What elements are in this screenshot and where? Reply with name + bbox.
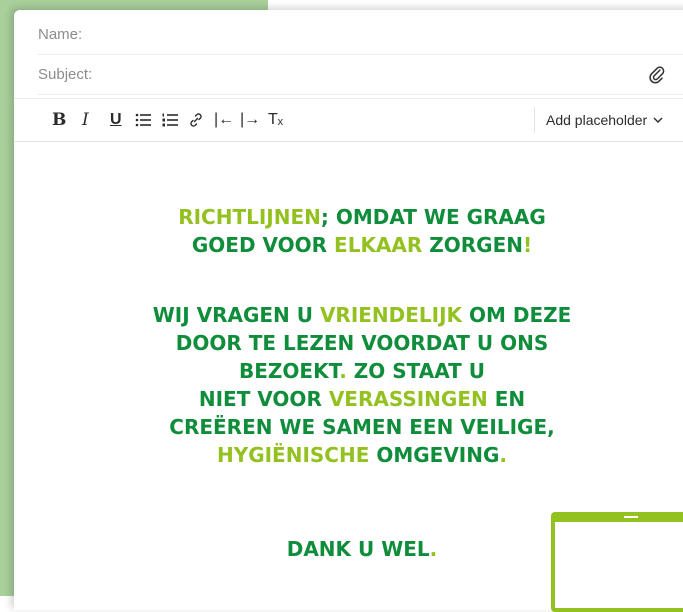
poster-paragraph-line: BEZOEKT. ZO STAAT U (72, 357, 652, 385)
device-illustration (551, 512, 683, 612)
paragraph-segment: WIJ VRAGEN U (152, 303, 320, 327)
add-placeholder-label: Add placeholder (546, 112, 648, 128)
subject-label: Subject: (38, 65, 93, 83)
name-field[interactable]: Name: (38, 14, 683, 55)
poster-heading-line-2: GOED VOOR ELKAAR ZORGEN! (72, 231, 652, 259)
paragraph-segment: VERASSINGEN (328, 387, 488, 411)
outdent-button[interactable]: |← (214, 99, 234, 141)
italic-button[interactable]: I (82, 99, 89, 141)
heading-segment: ZORGEN (422, 233, 523, 257)
paragraph-segment: DOOR TE LEZEN VOORDAT U ONS (175, 331, 549, 355)
heading-segment: ! (522, 233, 533, 257)
underline-button[interactable]: U (110, 99, 122, 141)
heading-segment: GOED VOOR (191, 233, 335, 257)
link-icon[interactable] (188, 99, 204, 141)
paragraph-segment: ZO STAAT U (346, 359, 485, 383)
paragraph-segment: OMGEVING (369, 443, 500, 467)
chevron-down-icon (653, 117, 663, 123)
paragraph-segment: . (499, 443, 508, 467)
device-notch (624, 516, 638, 518)
bold-button[interactable]: B (52, 99, 66, 141)
poster-paragraph: WIJ VRAGEN U VRIENDELIJK OM DEZE DOOR TE … (72, 301, 652, 469)
numbered-list-icon[interactable] (162, 99, 178, 141)
closing-segment: . (429, 537, 438, 561)
poster-paragraph-line: NIET VOOR VERASSINGEN EN (72, 385, 652, 413)
bullet-list-icon[interactable] (135, 99, 151, 141)
closing-segment: DANK U WEL (286, 537, 430, 561)
heading-segment: ELKAAR (334, 233, 423, 257)
heading-segment: RICHTLIJNEN (178, 205, 321, 229)
add-placeholder-dropdown[interactable]: Add placeholder (546, 99, 663, 141)
clear-format-button[interactable]: Tₓ (268, 99, 283, 141)
background-green-left (0, 0, 14, 596)
poster-paragraph-line: CREËREN WE SAMEN EEN VEILIGE, (72, 413, 652, 441)
poster-paragraph-line: HYGIËNISCHE OMGEVING. (72, 441, 652, 469)
paragraph-segment: EN (487, 387, 526, 411)
paragraph-segment: HYGIËNISCHE (216, 443, 370, 467)
poster-heading: RICHTLIJNEN; OMDAT WE GRAAG GOED VOOR EL… (72, 203, 652, 259)
paragraph-segment: OM DEZE (462, 303, 572, 327)
toolbar-divider (534, 107, 535, 133)
paragraph-segment: . (339, 359, 347, 383)
paragraph-segment: NIET VOOR (198, 387, 329, 411)
indent-button[interactable]: |→ (240, 99, 260, 141)
paragraph-segment: VRIENDELIJK (319, 303, 463, 327)
heading-segment: ; OMDAT WE GRAAG (320, 205, 546, 229)
poster-paragraph-line: WIJ VRAGEN U VRIENDELIJK OM DEZE (72, 301, 652, 329)
paragraph-segment: BEZOEKT (239, 359, 340, 383)
paperclip-icon[interactable] (647, 64, 667, 84)
poster-heading-line-1: RICHTLIJNEN; OMDAT WE GRAAG (72, 203, 652, 231)
poster-paragraph-line: DOOR TE LEZEN VOORDAT U ONS (72, 329, 652, 357)
name-label: Name: (38, 25, 83, 43)
formatting-toolbar: B I U |← |→ Tₓ Add placeholder (14, 98, 683, 142)
subject-field[interactable]: Subject: (38, 54, 683, 95)
paragraph-segment: CREËREN WE SAMEN EEN VEILIGE, (169, 415, 555, 439)
